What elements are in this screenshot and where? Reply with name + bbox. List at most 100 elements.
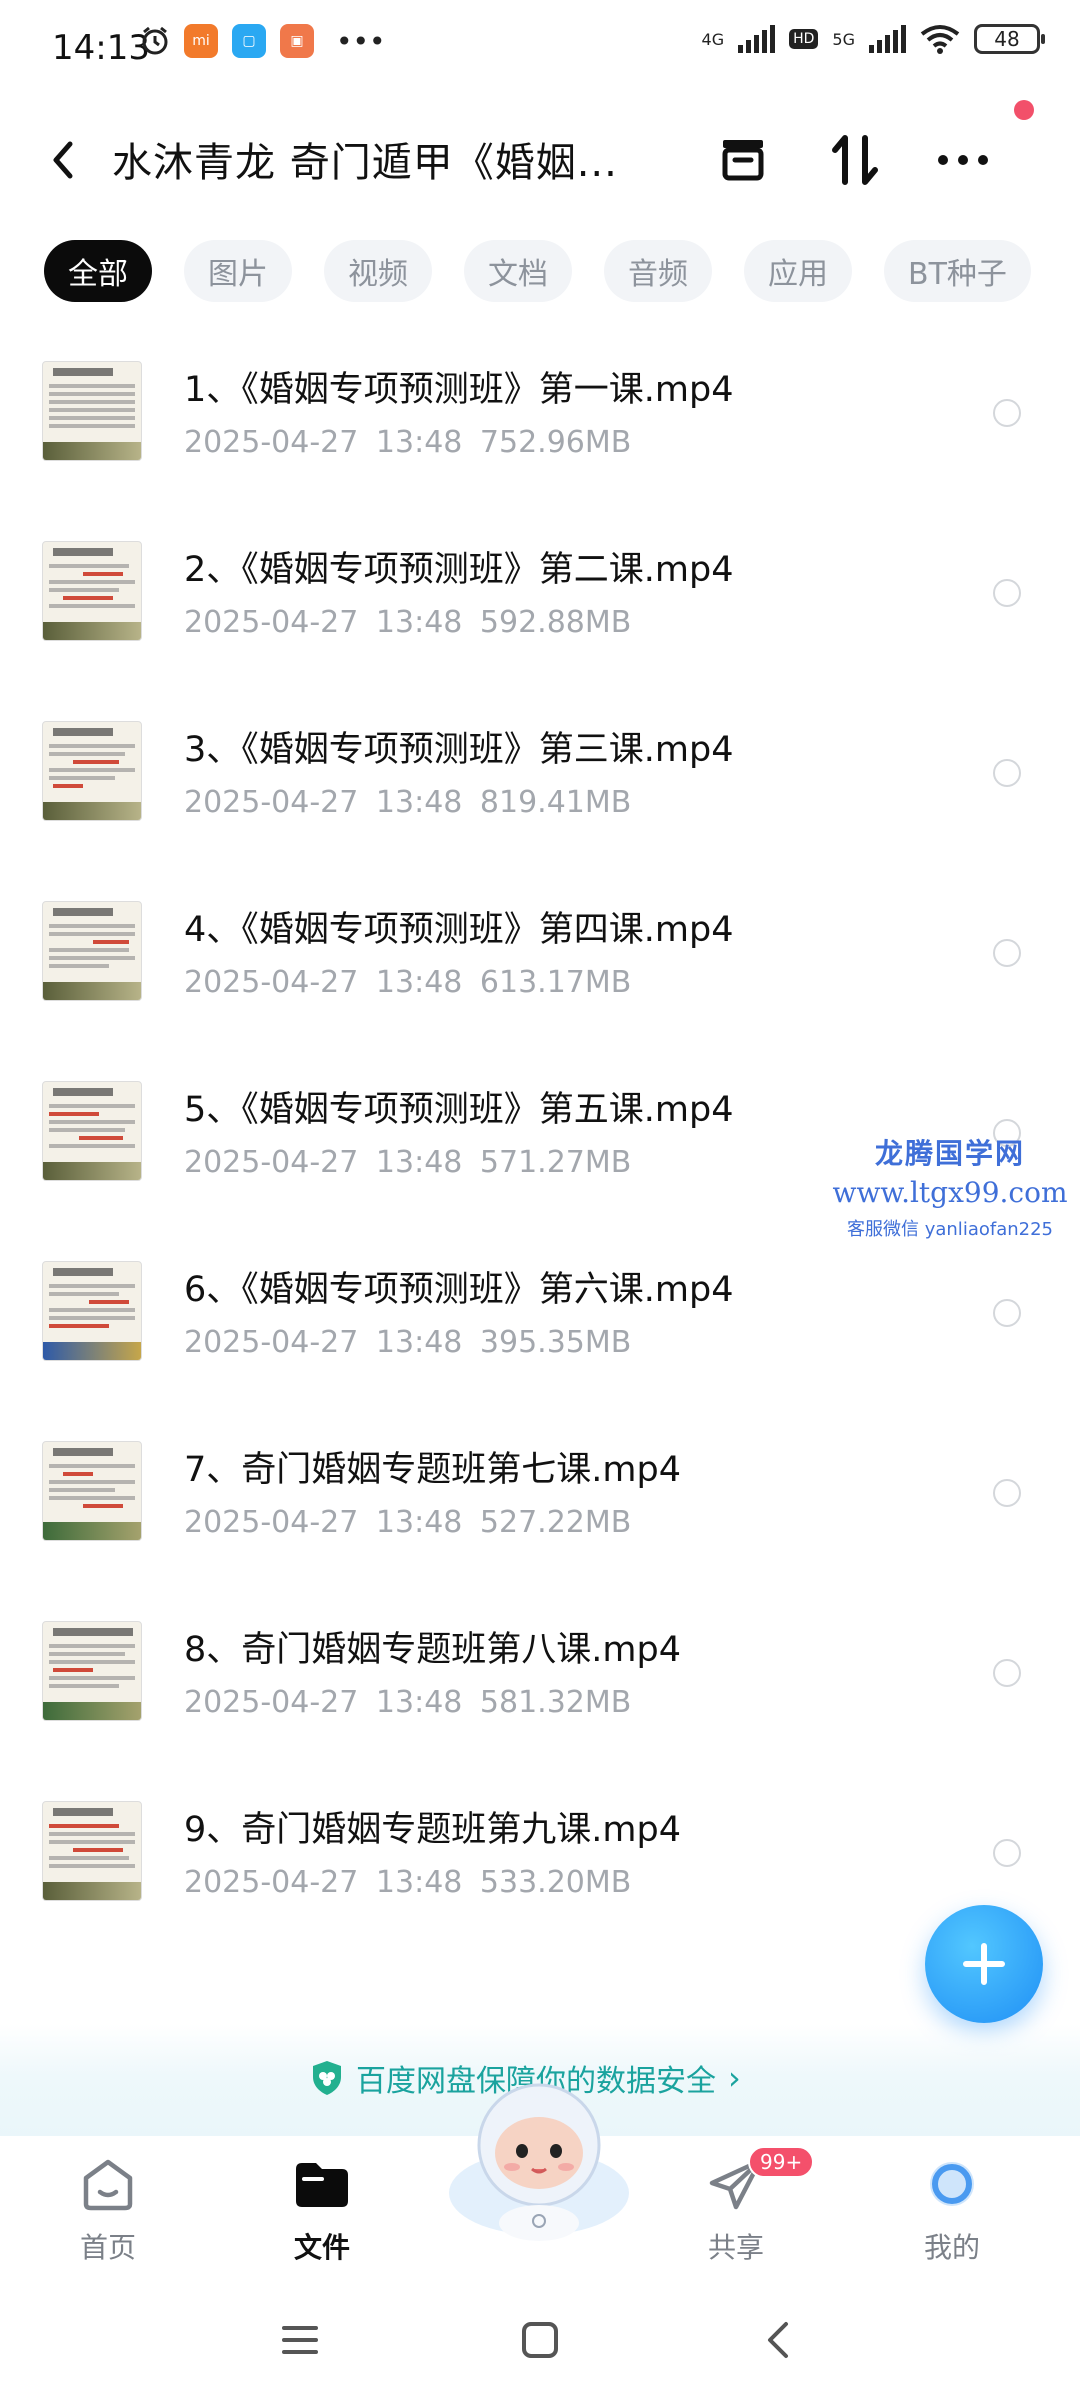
back-arrow-icon <box>53 141 73 179</box>
tab-all[interactable]: 全部 <box>44 240 152 302</box>
file-row[interactable]: 7、奇门婚姻专题班第七课.mp4 2025-04-27 13:48 527.22… <box>0 1435 1080 1615</box>
status-bar: 14:13 mi ▢ ▣ ••• 4G HD 5G 48 <box>0 0 1080 96</box>
status-notification-icons: mi ▢ ▣ ••• <box>140 24 386 58</box>
file-meta: 2025-04-27 13:48 592.88MB <box>184 605 631 640</box>
file-time: 13:48 <box>375 1865 463 1900</box>
file-name: 1、《婚姻专项预测班》第一课.mp4 <box>184 370 734 410</box>
file-date: 2025-04-27 <box>184 1685 359 1720</box>
more-options-button[interactable] <box>928 124 998 196</box>
select-checkbox[interactable] <box>993 1839 1021 1867</box>
sort-button[interactable] <box>820 124 890 196</box>
back-button[interactable] <box>42 132 86 188</box>
back-system-button[interactable] <box>748 2310 808 2370</box>
system-nav-bar <box>0 2290 1080 2400</box>
signal-4g-icon <box>738 25 776 53</box>
notification-dot <box>1014 100 1034 120</box>
file-row[interactable]: 4、《婚姻专项预测班》第四课.mp4 2025-04-27 13:48 613.… <box>0 895 1080 1075</box>
back-chevron-icon <box>768 2322 788 2358</box>
menu-lines-icon <box>282 2326 318 2354</box>
file-size: 395.35MB <box>479 1325 632 1360</box>
select-checkbox[interactable] <box>993 399 1021 427</box>
nav-home[interactable]: 首页 <box>48 2152 168 2266</box>
signal-5g-icon <box>869 25 906 53</box>
network-5g-label: 5G <box>832 29 855 49</box>
home-system-button[interactable] <box>510 2310 570 2370</box>
tab-images[interactable]: 图片 <box>184 240 292 302</box>
page-title: 水沐青龙 奇门遁甲《婚姻... <box>112 140 618 186</box>
more-notifications-icon: ••• <box>336 24 386 58</box>
file-row[interactable]: 1、《婚姻专项预测班》第一课.mp4 2025-04-27 13:48 752.… <box>0 355 1080 535</box>
file-time: 13:48 <box>375 785 463 820</box>
tab-bt-torrent[interactable]: BT种子 <box>884 240 1031 302</box>
file-row[interactable]: 9、奇门婚姻专题班第九课.mp4 2025-04-27 13:48 533.20… <box>0 1795 1080 1975</box>
network-4g-label: 4G <box>701 29 725 49</box>
file-time: 13:48 <box>375 425 463 460</box>
mascot-button[interactable] <box>444 2075 634 2245</box>
shield-icon <box>313 2061 341 2095</box>
file-size: 527.22MB <box>479 1505 632 1540</box>
watermark: 龙腾国学网 www.ltgx99.com 客服微信 yanliaofan225 <box>830 1132 1070 1241</box>
file-time: 13:48 <box>375 1145 463 1180</box>
recent-apps-button[interactable] <box>270 2310 330 2370</box>
chat-app-icon: ▢ <box>232 24 266 58</box>
file-row[interactable]: 3、《婚姻专项预测班》第三课.mp4 2025-04-27 13:48 819.… <box>0 715 1080 895</box>
file-time: 13:48 <box>375 605 463 640</box>
home-icon <box>83 2159 133 2211</box>
select-checkbox[interactable] <box>993 1299 1021 1327</box>
video-thumbnail <box>42 721 142 821</box>
wifi-icon <box>920 25 960 54</box>
file-row[interactable]: 2、《婚姻专项预测班》第二课.mp4 2025-04-27 13:48 592.… <box>0 535 1080 715</box>
add-button[interactable] <box>925 1905 1043 2023</box>
file-size: 592.88MB <box>479 605 632 640</box>
select-checkbox[interactable] <box>993 759 1021 787</box>
file-row[interactable]: 6、《婚姻专项预测班》第六课.mp4 2025-04-27 13:48 395.… <box>0 1255 1080 1435</box>
file-meta: 2025-04-27 13:48 613.17MB <box>184 965 631 1000</box>
file-date: 2025-04-27 <box>184 1865 359 1900</box>
select-checkbox[interactable] <box>993 1659 1021 1687</box>
tab-videos[interactable]: 视频 <box>324 240 432 302</box>
select-checkbox[interactable] <box>993 1479 1021 1507</box>
plus-icon <box>963 1943 1005 1985</box>
status-time: 14:13 <box>52 28 150 68</box>
tab-apps[interactable]: 应用 <box>744 240 852 302</box>
video-thumbnail <box>42 1261 142 1361</box>
file-date: 2025-04-27 <box>184 605 359 640</box>
file-time: 13:48 <box>375 965 463 1000</box>
file-date: 2025-04-27 <box>184 965 359 1000</box>
file-meta: 2025-04-27 13:48 581.32MB <box>184 1685 631 1720</box>
watermark-url: www.ltgx99.com <box>832 1176 1068 1209</box>
video-thumbnail <box>42 361 142 461</box>
shop-app-icon: ▣ <box>280 24 314 58</box>
mi-app-icon: mi <box>184 24 218 58</box>
file-size: 613.17MB <box>479 965 632 1000</box>
square-icon <box>522 2322 558 2358</box>
watermark-contact: 客服微信 yanliaofan225 <box>847 1219 1053 1240</box>
archive-button[interactable] <box>708 124 778 196</box>
file-name: 2、《婚姻专项预测班》第二课.mp4 <box>184 550 734 590</box>
nav-share[interactable]: 99+ 共享 <box>676 2146 815 2266</box>
file-time: 13:48 <box>375 1505 463 1540</box>
select-checkbox[interactable] <box>993 939 1021 967</box>
select-checkbox[interactable] <box>993 579 1021 607</box>
filter-tabs: 全部 图片 视频 文档 音频 应用 BT种子 <box>44 240 1031 302</box>
folder-icon <box>296 2163 348 2207</box>
header: 水沐青龙 奇门遁甲《婚姻... <box>0 110 1080 210</box>
tab-audio[interactable]: 音频 <box>604 240 712 302</box>
file-name: 8、奇门婚姻专题班第八课.mp4 <box>184 1630 681 1670</box>
nav-share-label: 共享 <box>707 2231 764 2264</box>
nav-home-label: 首页 <box>79 2231 136 2264</box>
nav-files[interactable]: 文件 <box>262 2152 382 2266</box>
file-name: 9、奇门婚姻专题班第九课.mp4 <box>184 1810 681 1850</box>
nav-mine-label: 我的 <box>923 2231 980 2264</box>
nav-mine[interactable]: 我的 <box>892 2152 1012 2266</box>
mascot-icon <box>449 2083 629 2241</box>
file-size: 533.20MB <box>479 1865 632 1900</box>
profile-ring-icon <box>930 2162 974 2206</box>
sort-arrows-icon <box>832 135 878 185</box>
file-row[interactable]: 8、奇门婚姻专题班第八课.mp4 2025-04-27 13:48 581.32… <box>0 1615 1080 1795</box>
video-thumbnail <box>42 1081 142 1181</box>
tab-documents[interactable]: 文档 <box>464 240 572 302</box>
file-name: 6、《婚姻专项预测班》第六课.mp4 <box>184 1270 734 1310</box>
video-thumbnail <box>42 1801 142 1901</box>
file-date: 2025-04-27 <box>184 1145 359 1180</box>
